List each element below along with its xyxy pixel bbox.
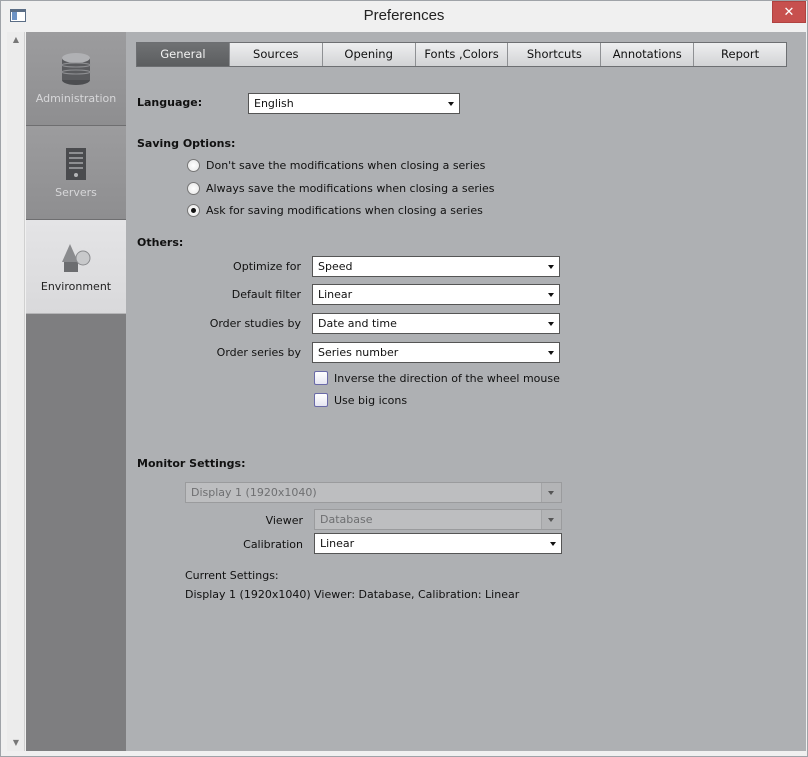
order-series-value: Series number [318, 346, 399, 359]
tab-fonts-colors[interactable]: Fonts ,Colors [415, 43, 509, 66]
optimize-select[interactable]: Speed [312, 256, 560, 277]
default-filter-value: Linear [318, 288, 353, 301]
tab-opening[interactable]: Opening [322, 43, 416, 66]
database-icon [61, 53, 91, 85]
tab-report[interactable]: Report [694, 43, 787, 66]
chevron-down-icon [448, 102, 454, 106]
language-select[interactable]: English [248, 93, 460, 114]
order-studies-label: Order studies by [209, 317, 301, 330]
language-label: Language: [137, 96, 203, 109]
chevron-down-icon [548, 293, 554, 297]
others-heading: Others: [137, 236, 184, 249]
sidebar-scrollbar[interactable]: ▲ ▼ [7, 32, 25, 751]
chevron-down-icon [548, 265, 554, 269]
language-value: English [254, 97, 294, 110]
sidebar-item-label: Administration [35, 92, 117, 105]
optimize-value: Speed [318, 260, 353, 273]
calibration-label: Calibration [243, 538, 303, 551]
default-filter-select[interactable]: Linear [312, 284, 560, 305]
display-value: Display 1 (1920x1040) [191, 486, 317, 499]
sidebar-item-administration[interactable]: Administration [26, 32, 126, 126]
wheel-inverse-checkbox[interactable] [314, 371, 328, 385]
radio-ask-save-label: Ask for saving modifications when closin… [206, 204, 483, 217]
radio-dont-save[interactable] [187, 159, 200, 172]
scroll-down-icon[interactable]: ▼ [7, 735, 25, 751]
scroll-up-icon[interactable]: ▲ [7, 32, 25, 48]
chevron-down-icon [548, 351, 554, 355]
viewer-value: Database [320, 513, 373, 526]
current-settings-value: Display 1 (1920x1040) Viewer: Database, … [185, 588, 520, 601]
tab-shortcuts[interactable]: Shortcuts [508, 43, 602, 66]
title-bar: Preferences ✕ [1, 1, 807, 31]
close-button[interactable]: ✕ [772, 1, 806, 23]
sidebar-item-servers[interactable]: Servers [26, 126, 126, 220]
radio-always-save[interactable] [187, 182, 200, 195]
sidebar: Administration Servers Environment [26, 32, 126, 751]
preferences-window: Preferences ✕ ▲ ▼ Administration Servers… [0, 0, 808, 757]
big-icons-label: Use big icons [334, 394, 408, 407]
saving-options-heading: Saving Options: [137, 137, 236, 150]
monitor-settings-heading: Monitor Settings: [137, 457, 246, 470]
default-filter-label: Default filter [231, 288, 301, 301]
chevron-down-icon [548, 518, 554, 522]
radio-ask-save[interactable] [187, 204, 200, 217]
current-settings-label: Current Settings: [185, 569, 279, 582]
preferences-panel: General Sources Opening Fonts ,Colors Sh… [126, 32, 806, 751]
sidebar-item-label: Environment [40, 280, 112, 293]
tab-sources[interactable]: Sources [229, 43, 323, 66]
sidebar-item-label: Servers [55, 186, 97, 199]
tab-general[interactable]: General [137, 43, 230, 66]
radio-always-save-label: Always save the modifications when closi… [206, 182, 495, 195]
chevron-down-icon [548, 322, 554, 326]
order-series-label: Order series by [216, 346, 301, 359]
optimize-label: Optimize for [233, 260, 301, 273]
window-title: Preferences [363, 7, 445, 24]
chevron-down-icon [550, 542, 556, 546]
chevron-down-icon [548, 491, 554, 495]
calibration-value: Linear [320, 537, 355, 550]
wheel-inverse-label: Inverse the direction of the wheel mouse [334, 372, 560, 385]
radio-dont-save-label: Don't save the modifications when closin… [206, 159, 486, 172]
shapes-icon [62, 244, 91, 272]
order-studies-value: Date and time [318, 317, 397, 330]
server-icon [66, 148, 86, 180]
order-series-select[interactable]: Series number [312, 342, 560, 363]
tab-annotations[interactable]: Annotations [601, 43, 695, 66]
viewer-label: Viewer [265, 514, 303, 527]
order-studies-select[interactable]: Date and time [312, 313, 560, 334]
close-icon: ✕ [783, 5, 795, 20]
calibration-select[interactable]: Linear [314, 533, 562, 554]
big-icons-checkbox[interactable] [314, 393, 328, 407]
sidebar-item-environment[interactable]: Environment [26, 220, 126, 314]
viewer-select[interactable]: Database [314, 509, 562, 530]
display-select[interactable]: Display 1 (1920x1040) [185, 482, 562, 503]
tab-bar: General Sources Opening Fonts ,Colors Sh… [136, 42, 787, 67]
